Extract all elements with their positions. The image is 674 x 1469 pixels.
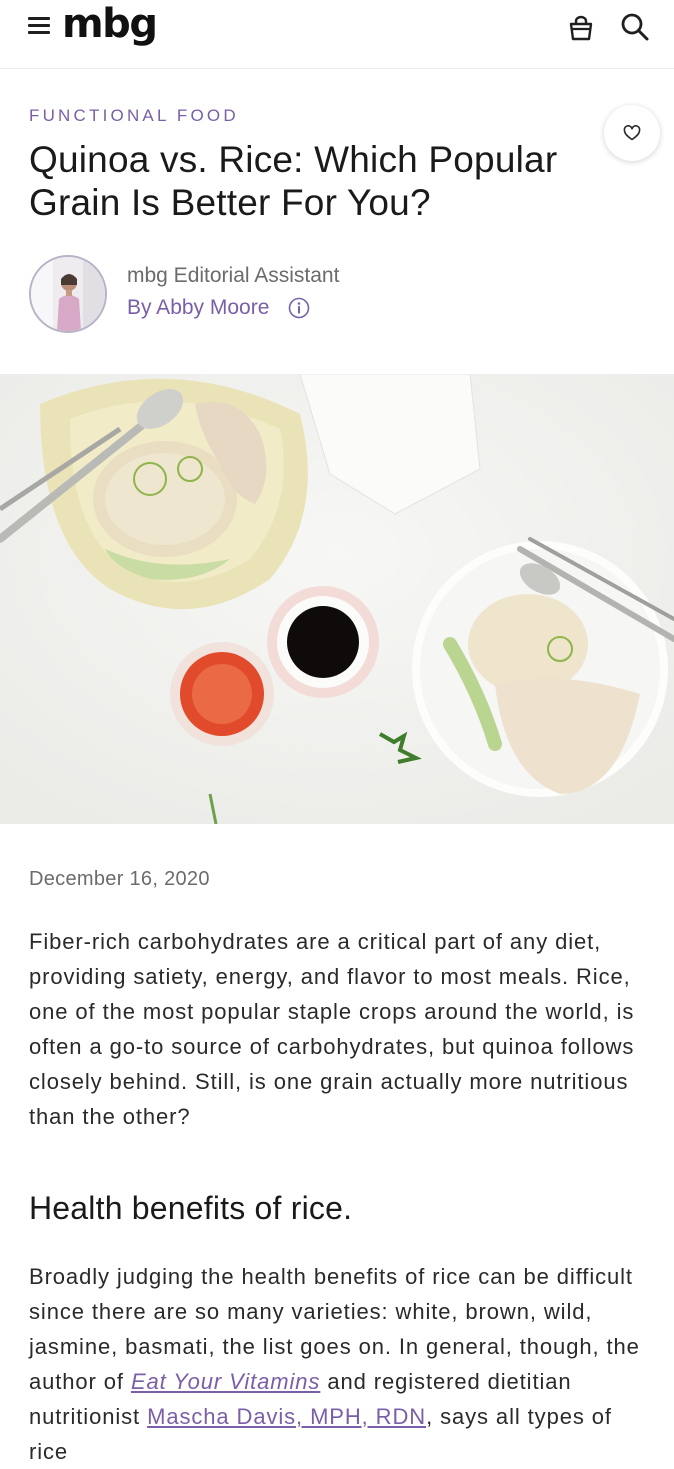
author-role: mbg Editorial Assistant xyxy=(127,264,340,287)
category-kicker[interactable]: FUNCTIONAL FOOD xyxy=(29,106,239,126)
section-paragraph: Broadly judging the health benefits of r… xyxy=(29,1259,645,1469)
author-avatar[interactable] xyxy=(29,255,107,333)
shopping-bag-icon[interactable] xyxy=(567,14,595,42)
top-navigation-bar: mbg xyxy=(0,0,674,69)
author-name-link[interactable]: By Abby Moore xyxy=(127,296,269,320)
search-icon[interactable] xyxy=(620,12,650,42)
hamburger-menu-icon[interactable] xyxy=(28,17,50,35)
heart-icon xyxy=(623,125,641,141)
article-title: Quinoa vs. Rice: Which Popular Grain Is … xyxy=(29,139,558,223)
mbg-logo[interactable]: mbg xyxy=(62,0,158,48)
save-article-button[interactable] xyxy=(604,105,660,161)
author-photo xyxy=(31,257,105,331)
section-heading: Health benefits of rice. xyxy=(29,1190,353,1226)
hero-image-rice-dish xyxy=(0,374,674,824)
intro-paragraph: Fiber-rich carbohydrates are a critical … xyxy=(29,929,635,1129)
dietitian-link[interactable]: Mascha Davis, MPH, RDN xyxy=(147,1404,426,1429)
book-link[interactable]: Eat Your Vitamins xyxy=(131,1369,320,1394)
info-icon[interactable] xyxy=(288,297,310,319)
publish-date: December 16, 2020 xyxy=(29,868,210,890)
